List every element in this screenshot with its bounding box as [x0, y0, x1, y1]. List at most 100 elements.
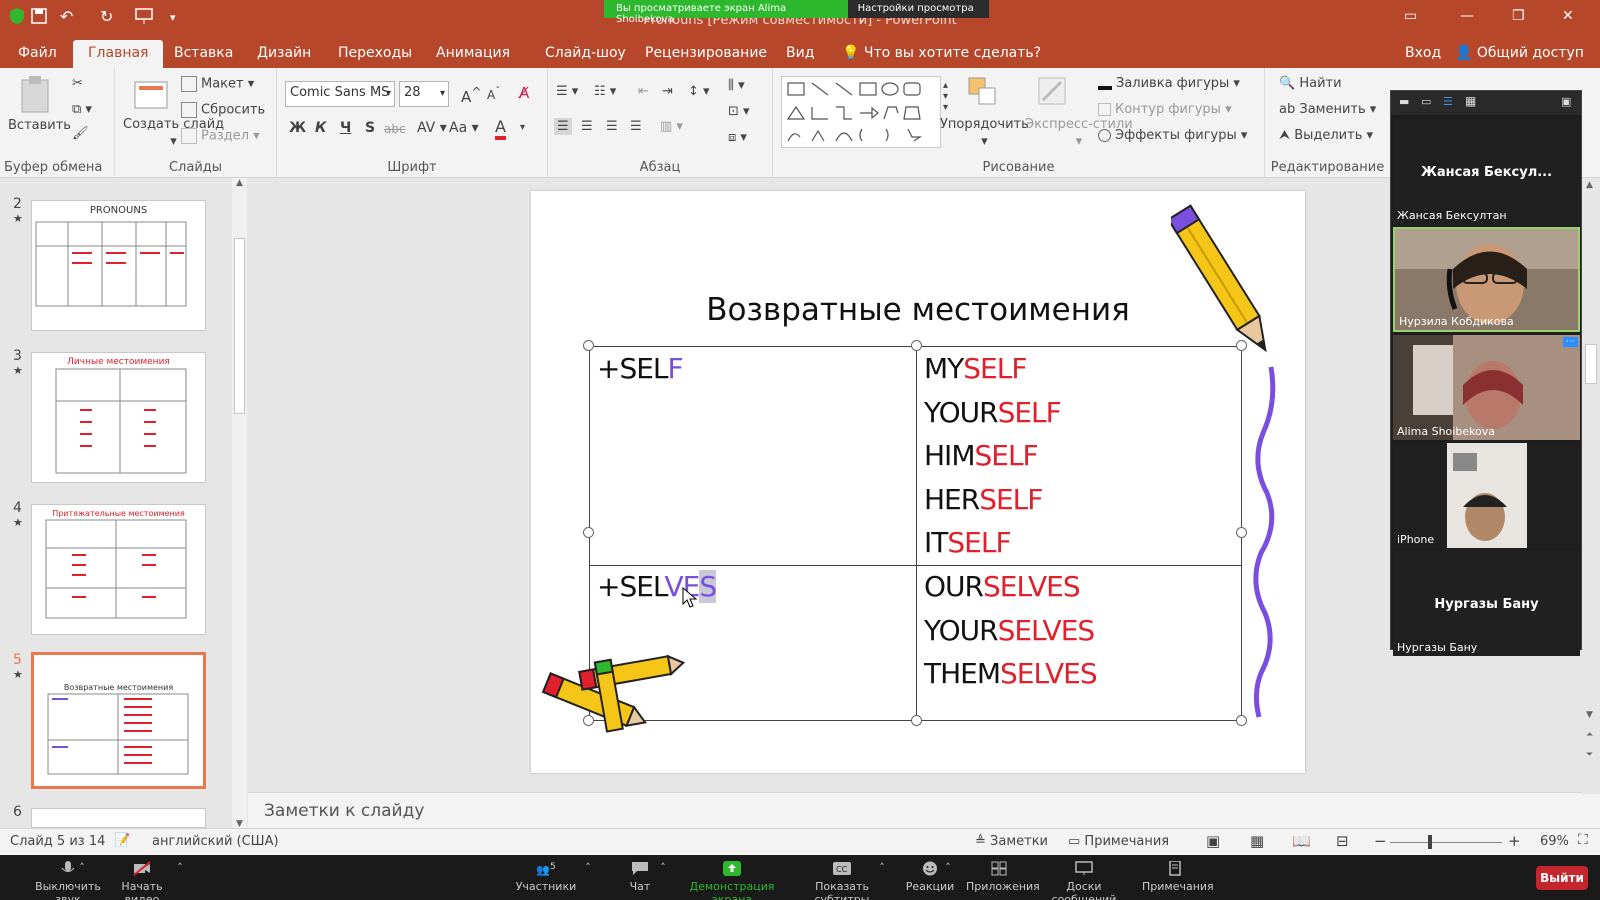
- participant-tile[interactable]: Жансая Бексул... Жансая Бексултан: [1393, 119, 1580, 224]
- gallery-scroll-icon[interactable]: ▴ ▾ ▾: [943, 80, 948, 113]
- shape-fill-button[interactable]: Заливка фигуры ▾: [1098, 76, 1240, 91]
- format-painter-icon[interactable]: 🖌: [72, 126, 89, 141]
- participants-options-icon[interactable]: ˄: [580, 861, 596, 874]
- bold-button[interactable]: Ж: [289, 120, 306, 136]
- align-center-icon[interactable]: ☰: [581, 119, 593, 134]
- view-settings-button[interactable]: Настройки просмотра ⌄: [847, 0, 989, 25]
- replace-button[interactable]: ab Заменить ▾: [1279, 102, 1376, 117]
- slide-canvas[interactable]: Возвратные местоимения +SELF MYSELF YOUR…: [531, 191, 1305, 773]
- chat-options-icon[interactable]: ˄: [655, 861, 671, 874]
- normal-view-icon[interactable]: ▣: [1206, 832, 1220, 850]
- close-icon[interactable]: ✕: [1562, 8, 1574, 24]
- shapes-gallery[interactable]: [781, 76, 941, 148]
- increase-indent-icon[interactable]: ⇥: [662, 84, 673, 99]
- reactions-options-icon[interactable]: ˄: [940, 861, 956, 874]
- arrange-icon[interactable]: [965, 74, 999, 112]
- leave-meeting-button[interactable]: Выйти: [1536, 866, 1588, 890]
- section-button[interactable]: Раздел ▾: [181, 128, 260, 144]
- shrink-font-icon[interactable]: Aˇ: [487, 86, 500, 102]
- cell-self-suffix[interactable]: +SELF: [597, 347, 684, 391]
- share-button[interactable]: 👤 Общий доступ: [1455, 45, 1584, 61]
- signin-link[interactable]: Вход: [1405, 45, 1441, 61]
- align-right-icon[interactable]: ☰: [606, 119, 618, 134]
- zoom-slider-thumb[interactable]: [1428, 835, 1432, 849]
- align-text-icon[interactable]: ⊡ ▾: [728, 104, 750, 119]
- video-options-icon[interactable]: ˄: [172, 861, 188, 874]
- participant-tile[interactable]: iPhone: [1393, 443, 1580, 548]
- scroll-down-icon[interactable]: ▼: [1586, 710, 1593, 720]
- comments-toggle-button[interactable]: ▭ Примечания: [1068, 834, 1169, 849]
- thumbnail-slide-3[interactable]: Личные местоимения: [31, 352, 206, 483]
- participant-tile[interactable]: Нургазы Бану Нургазы Бану: [1393, 551, 1580, 656]
- scroll-thumb[interactable]: [234, 238, 245, 414]
- tab-home[interactable]: Главная: [73, 40, 164, 71]
- tell-me-box[interactable]: 💡 Что вы хотите сделать?: [842, 45, 1041, 61]
- whiteboards-button[interactable]: Доски сообщений: [1036, 861, 1132, 900]
- resize-handle[interactable]: [911, 340, 922, 351]
- copy-icon[interactable]: ⧉ ▾: [72, 102, 92, 117]
- spellcheck-icon[interactable]: 📝: [114, 833, 130, 848]
- numbering-icon[interactable]: ☷ ▾: [594, 84, 616, 99]
- italic-button[interactable]: К: [315, 120, 326, 136]
- clear-format-icon[interactable]: A̸: [519, 84, 529, 102]
- font-color-dropdown-icon[interactable]: ▾: [520, 122, 525, 133]
- share-screen-button[interactable]: Демонстрация экрана: [680, 861, 784, 900]
- zoom-slider[interactable]: [1390, 842, 1502, 843]
- quick-styles-icon[interactable]: [1035, 74, 1069, 112]
- decrease-indent-icon[interactable]: ⇤: [638, 84, 649, 99]
- resize-handle[interactable]: [911, 715, 922, 726]
- thumbnail-slide-5[interactable]: Возвратные местоимения: [31, 652, 206, 789]
- notes-button[interactable]: Примечания: [1142, 861, 1214, 893]
- columns-icon[interactable]: ▥ ▾: [660, 119, 683, 134]
- bullets-icon[interactable]: ☰ ▾: [556, 84, 578, 99]
- text-direction-icon[interactable]: ⫼ ▾: [728, 78, 745, 93]
- next-slide-icon[interactable]: ⏷: [1586, 750, 1593, 760]
- cell-selves-suffix[interactable]: +SELVES: [597, 565, 717, 609]
- notes-toggle-button[interactable]: ≜ Заметки: [975, 834, 1048, 849]
- minimize-gallery-icon[interactable]: ▬: [1399, 95, 1409, 108]
- shape-outline-button[interactable]: Контур фигуры ▾: [1098, 102, 1232, 117]
- tab-slideshow[interactable]: Слайд-шоу: [545, 45, 626, 61]
- font-size-select[interactable]: 28 ▾: [399, 81, 449, 107]
- minimize-icon[interactable]: —: [1460, 8, 1474, 24]
- thumbnail-slide-6[interactable]: [31, 808, 206, 828]
- shadow-button[interactable]: S: [365, 120, 375, 136]
- mute-button[interactable]: Выключить звук: [28, 861, 108, 900]
- layout-button[interactable]: Макет ▾: [181, 76, 254, 92]
- smartart-icon[interactable]: ⧈ ▾: [728, 130, 747, 145]
- more-options-icon[interactable]: ···: [1563, 337, 1578, 347]
- font-color-icon[interactable]: A: [495, 118, 506, 140]
- restore-icon[interactable]: ❐: [1512, 8, 1525, 24]
- start-video-button[interactable]: Начать видео: [104, 861, 180, 900]
- exit-fullscreen-icon[interactable]: ▣: [1561, 95, 1571, 108]
- tab-animations[interactable]: Анимация: [436, 45, 510, 61]
- slide-scrollbar[interactable]: ▲ ▼ ⏶ ⏷: [1582, 178, 1600, 794]
- gallery-view-icon[interactable]: ▦: [1465, 94, 1476, 108]
- resize-handle[interactable]: [583, 340, 594, 351]
- prev-slide-icon[interactable]: ⏶: [1586, 730, 1593, 740]
- zoom-in-button[interactable]: +: [1508, 832, 1521, 850]
- zoom-level[interactable]: 69%: [1540, 834, 1569, 849]
- notes-pane[interactable]: Заметки к слайду: [248, 792, 1600, 828]
- align-left-icon[interactable]: ☰: [554, 118, 572, 135]
- audio-options-icon[interactable]: ˄: [74, 861, 90, 874]
- tab-insert[interactable]: Вставка: [174, 45, 233, 61]
- tab-transitions[interactable]: Переходы: [338, 45, 412, 61]
- paste-button[interactable]: [16, 74, 56, 122]
- hide-video-icon[interactable]: ▭: [1421, 95, 1431, 108]
- slideshow-view-icon[interactable]: ⊟: [1336, 832, 1349, 850]
- reset-button[interactable]: Сбросить: [181, 102, 265, 118]
- thumbnail-slide-2[interactable]: PRONOUNS: [31, 200, 206, 331]
- cell-singular-list[interactable]: MYSELF YOURSELF HIMSELF HERSELF ITSELF: [924, 347, 1062, 565]
- captions-options-icon[interactable]: ˄: [874, 861, 890, 874]
- font-name-select[interactable]: Comic Sans MS ▾: [285, 81, 395, 107]
- chat-button[interactable]: Чат: [620, 861, 660, 893]
- participant-tile-active[interactable]: Нурзила Кобдикова: [1393, 227, 1580, 332]
- ribbon-display-icon[interactable]: ▭: [1404, 8, 1417, 24]
- shape-effects-button[interactable]: Эффекты фигуры ▾: [1098, 128, 1247, 143]
- scroll-up-icon[interactable]: ▲: [232, 178, 247, 188]
- cell-plural-list[interactable]: OURSELVES YOURSELVES THEMSELVES: [924, 565, 1098, 696]
- change-case-button[interactable]: Aa ▾: [449, 120, 479, 136]
- grow-font-icon[interactable]: A^: [461, 84, 482, 106]
- resize-handle[interactable]: [583, 527, 594, 538]
